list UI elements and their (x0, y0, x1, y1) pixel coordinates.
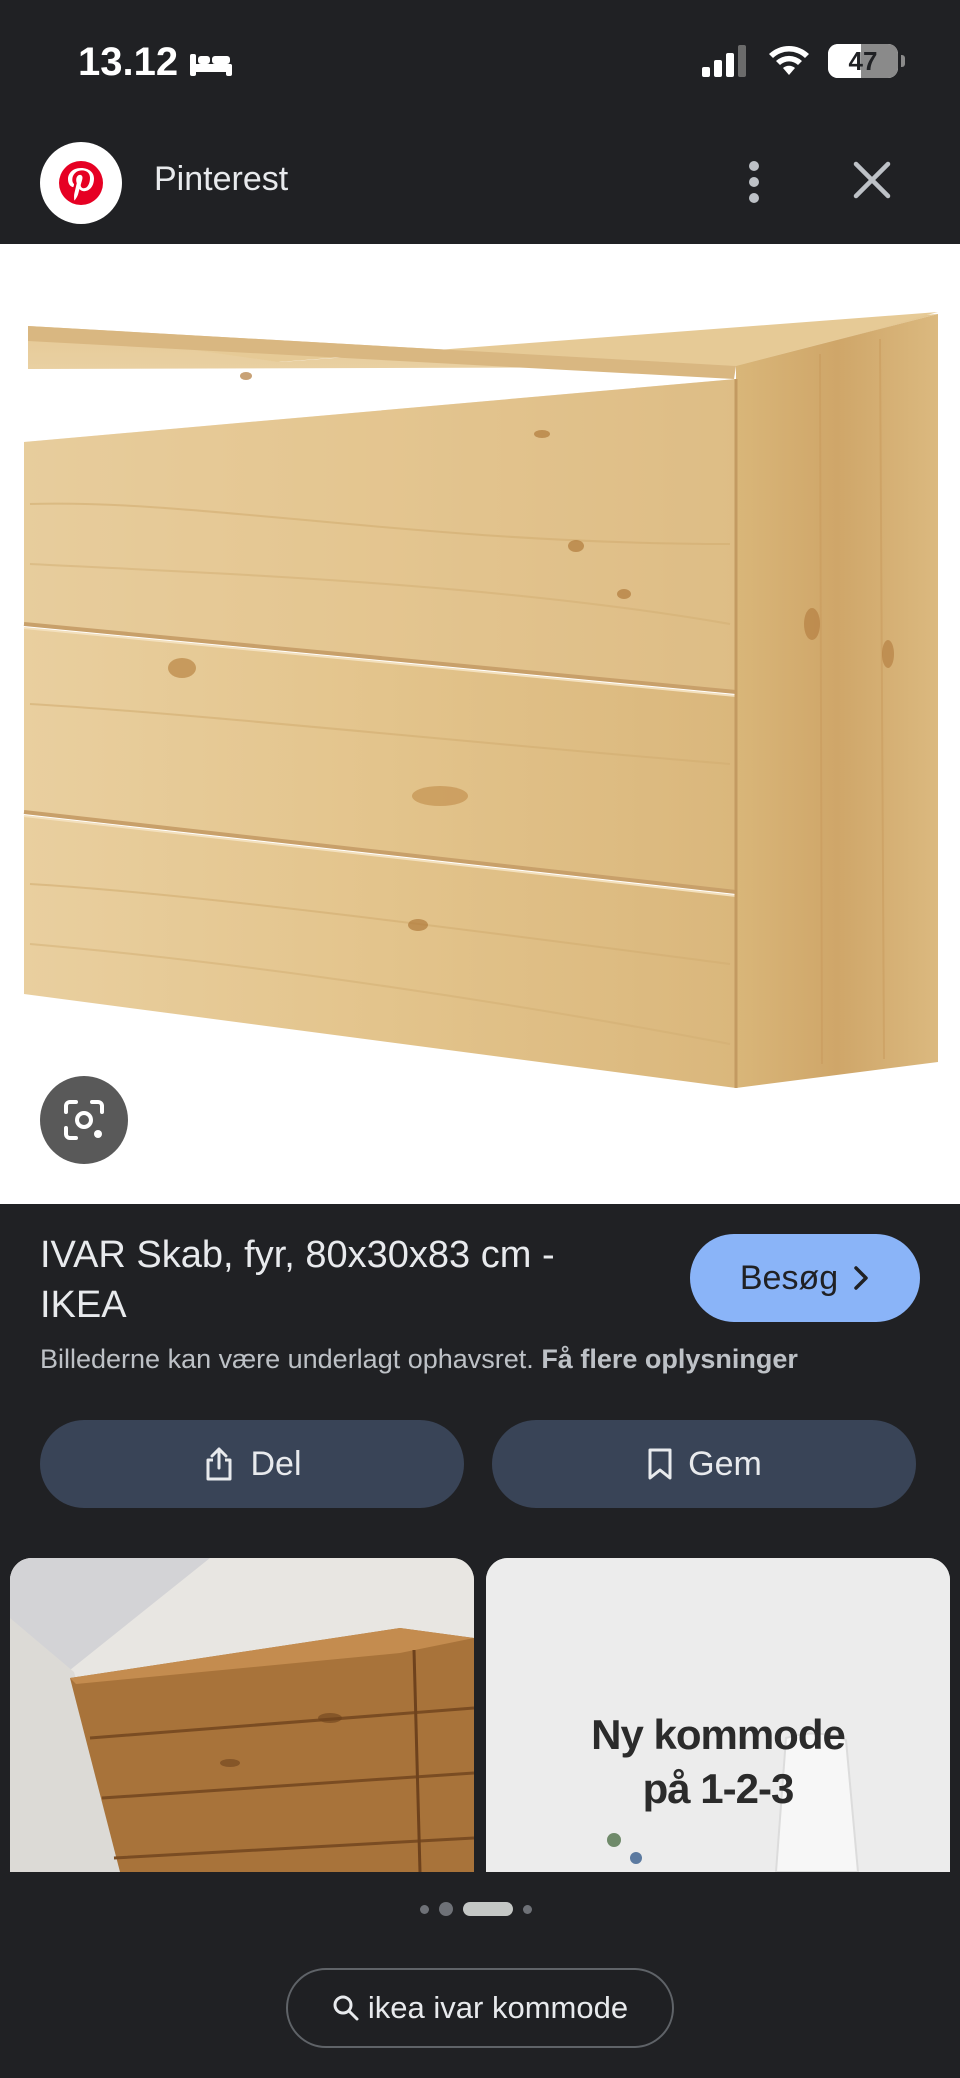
related-thumbnail-1[interactable] (10, 1558, 474, 1872)
pagination-dots (420, 1902, 532, 1916)
related-caption: Ny kommode på 1-2-3 (486, 1708, 950, 1816)
more-info-link[interactable]: Få flere oplysninger (541, 1344, 798, 1374)
visit-label: Besøg (739, 1258, 839, 1297)
save-label: Gem (688, 1444, 762, 1483)
status-time: 13.12 (78, 40, 234, 85)
pinterest-logo-icon[interactable] (40, 142, 122, 224)
battery-level: 47 (848, 45, 878, 76)
signal-icon (702, 45, 746, 77)
lens-search-button[interactable] (40, 1076, 128, 1164)
visit-button[interactable]: Besøg (690, 1234, 920, 1322)
share-icon (206, 1447, 232, 1481)
close-icon[interactable] (846, 154, 898, 206)
pagination-dot[interactable] (523, 1904, 532, 1914)
pagination-dot-active[interactable] (463, 1902, 513, 1916)
battery-icon: 47 (828, 44, 905, 78)
copyright-text: Billederne kan være underlagt ophavsret. (40, 1344, 534, 1374)
related-caption-line-2: på 1-2-3 (642, 1765, 795, 1812)
bookmark-icon (648, 1448, 672, 1480)
wifi-icon (769, 46, 809, 75)
result-title[interactable]: IVAR Skab, fyr, 80x30x83 cm - IKEA (40, 1230, 650, 1330)
more-vertical-icon[interactable] (736, 150, 772, 214)
pagination-dot[interactable] (439, 1902, 453, 1916)
time-text: 13.12 (78, 40, 179, 84)
pagination-dot[interactable] (420, 1904, 429, 1914)
bed-icon (190, 53, 233, 76)
source-name[interactable]: Pinterest (154, 160, 288, 199)
related-image-dresser-room (10, 1558, 474, 1872)
share-button[interactable]: Del (40, 1420, 464, 1508)
search-icon (333, 1995, 359, 2021)
save-button[interactable]: Gem (492, 1420, 916, 1508)
status-icons: 47 (702, 44, 905, 78)
main-image[interactable] (0, 244, 960, 1204)
related-caption-line-1: Ny kommode (591, 1711, 846, 1758)
camera-lens-icon (64, 1100, 104, 1140)
bottom-panel: ikea ivar kommode (0, 1872, 960, 2078)
search-query-text: ikea ivar kommode (367, 1990, 629, 2025)
related-thumbnail-2[interactable]: Ny kommode på 1-2-3 (486, 1558, 950, 1872)
share-label: Del (250, 1444, 302, 1483)
status-bar: 13.12 47 (0, 0, 960, 130)
search-query-pill[interactable]: ikea ivar kommode (286, 1968, 674, 2048)
chevron-right-icon (854, 1266, 868, 1290)
copyright-notice: Billederne kan være underlagt ophavsret.… (40, 1344, 940, 1375)
dresser-image (23, 312, 938, 1088)
viewer-header: Pinterest (0, 130, 960, 244)
